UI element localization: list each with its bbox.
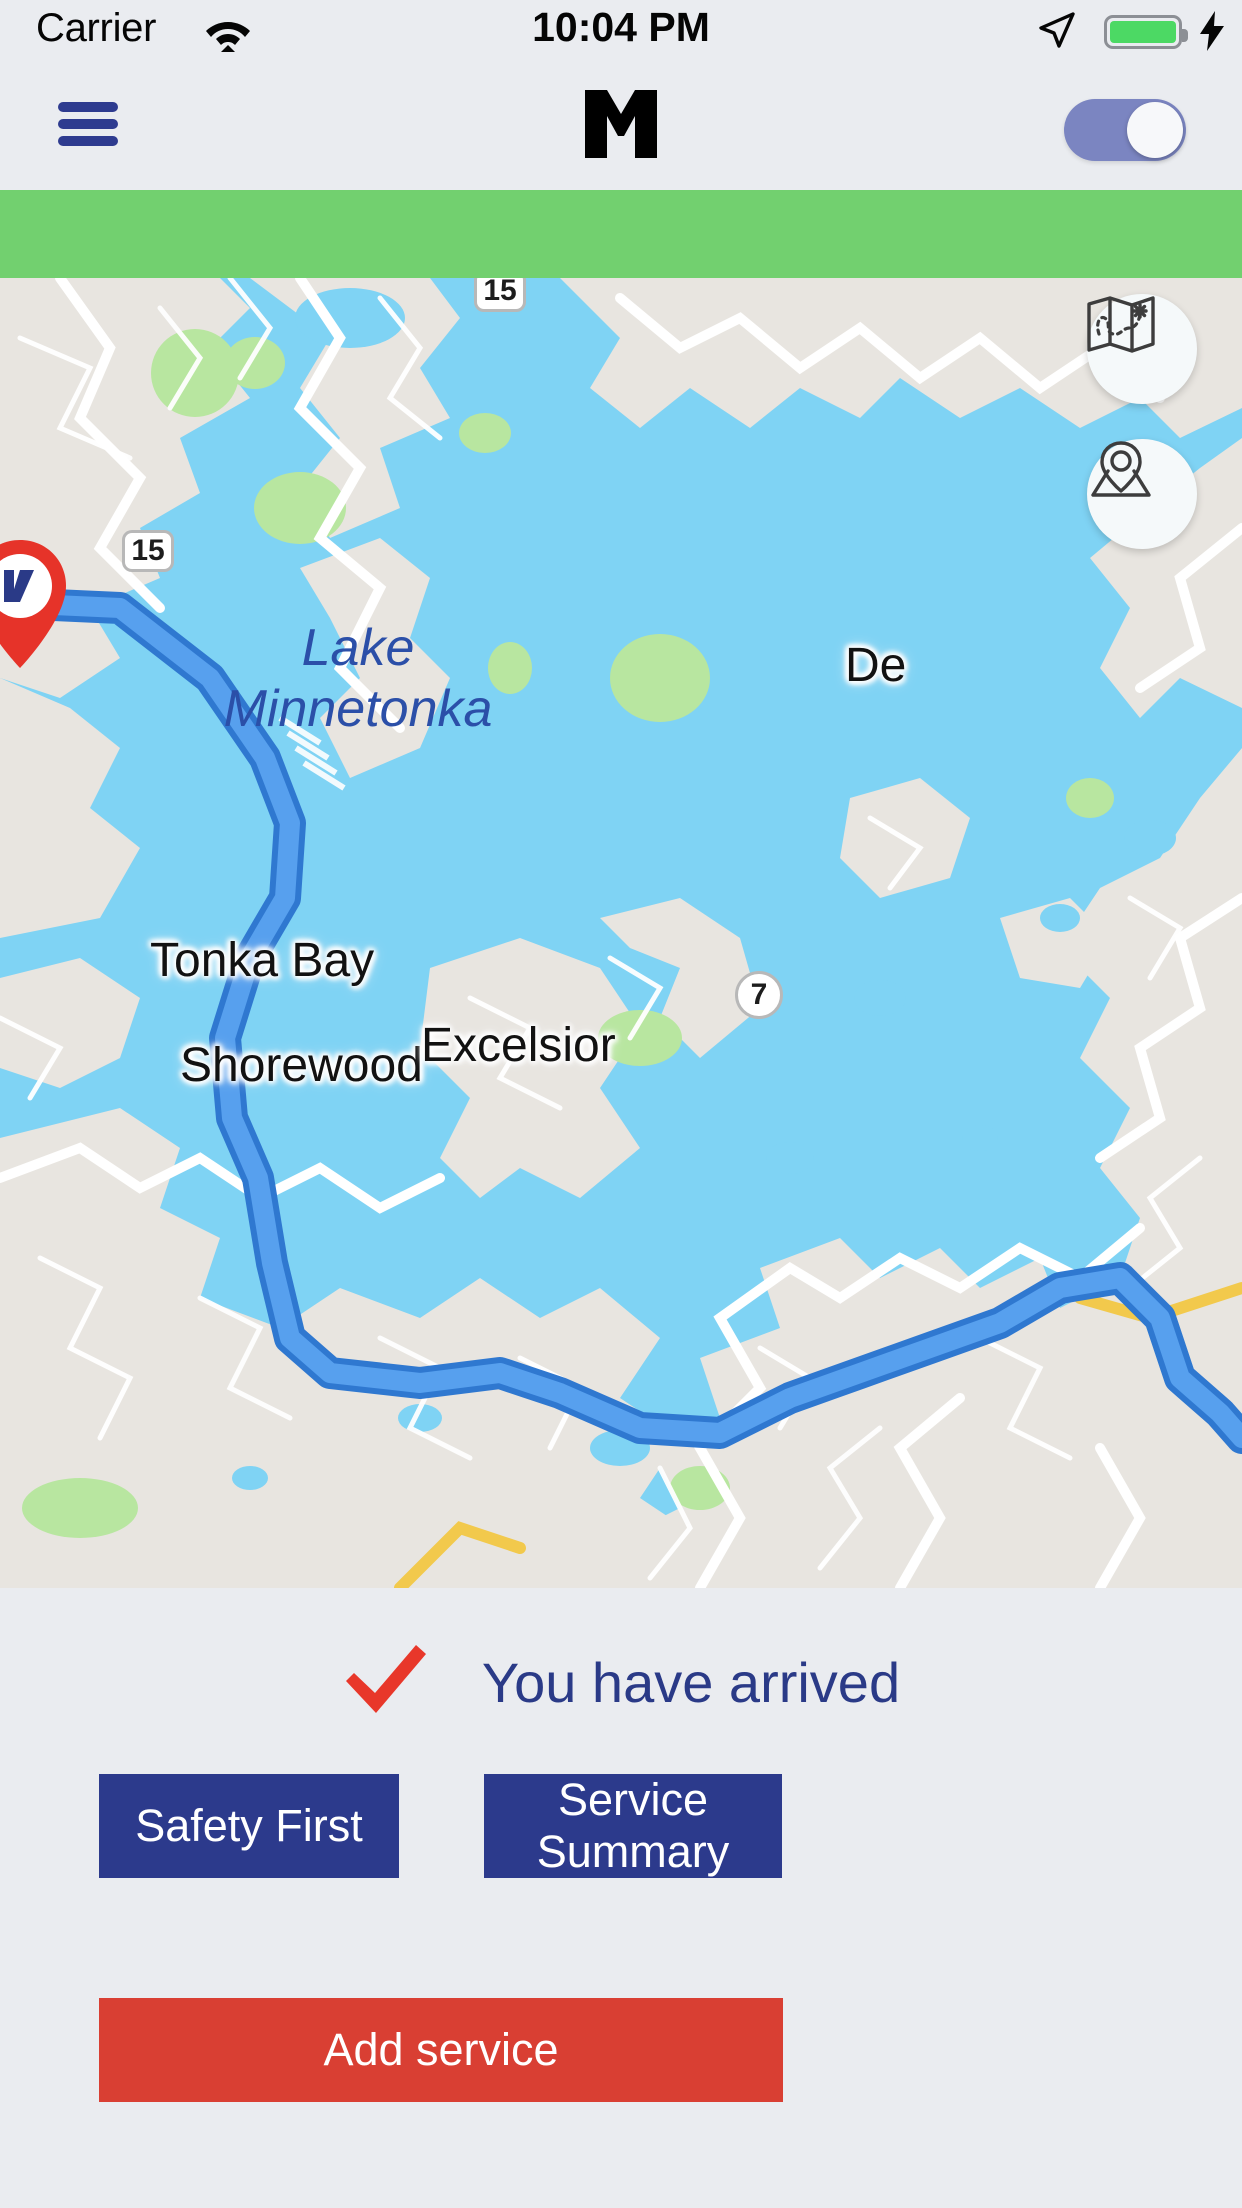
highway-shield-7: 7	[735, 971, 783, 1019]
status-bar: Carrier 10:04 PM	[0, 0, 1242, 58]
map-view[interactable]: Lake Minnetonka Tonka Bay Shorewood Exce…	[0, 278, 1242, 1588]
arrival-status-text: You have arrived	[481, 1651, 901, 1714]
location-arrow-icon	[1038, 11, 1076, 54]
highway-shield-15-top: 15	[474, 278, 526, 312]
bottom-action-panel: You have arrived Safety First Service Su…	[0, 1588, 1242, 2208]
status-banner	[0, 190, 1242, 278]
lightning-bolt-icon	[1198, 11, 1226, 56]
arrival-status-row: You have arrived	[0, 1643, 1242, 1722]
app-screen: Carrier 10:04 PM Lake Minnetonka Tonka B…	[0, 0, 1242, 2208]
map-route-button[interactable]	[1087, 294, 1197, 404]
app-header	[0, 58, 1242, 190]
service-summary-button[interactable]: Service Summary	[484, 1774, 782, 1878]
secondary-button-row: Safety First Service Summary	[0, 1774, 1242, 1878]
add-service-button[interactable]: Add service	[99, 1998, 783, 2102]
map-canvas	[0, 278, 1242, 1588]
brand-logo-m	[0, 58, 1242, 190]
toggle-knob	[1127, 102, 1183, 158]
safety-first-button[interactable]: Safety First	[99, 1774, 399, 1878]
map-destination-button[interactable]	[1087, 439, 1197, 549]
highway-shield-15-left: 15	[122, 530, 174, 572]
red-checkmark-icon	[342, 1643, 430, 1722]
battery-icon	[1104, 15, 1188, 49]
status-toggle-switch[interactable]	[1064, 99, 1186, 161]
